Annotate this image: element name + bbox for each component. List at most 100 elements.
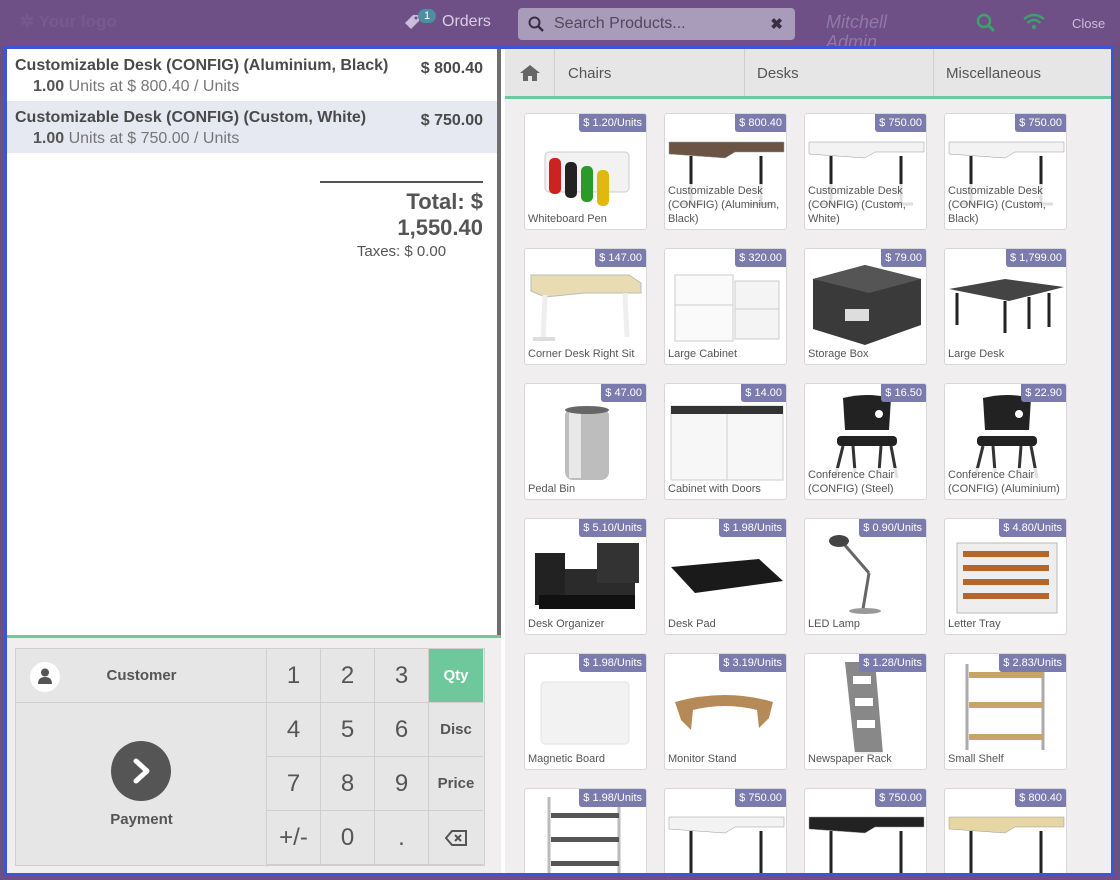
backspace-button[interactable] (429, 811, 483, 865)
customer-button[interactable]: Customer (16, 649, 267, 703)
product-name: Storage Box (808, 347, 924, 361)
numpad-key[interactable]: +/- (267, 811, 321, 865)
tray-icon (945, 523, 1066, 619)
orders-label: Orders (442, 13, 491, 30)
product-card[interactable]: $ 800.40Customizable Desk (944, 788, 1067, 873)
bin-icon (525, 388, 646, 484)
product-card[interactable]: $ 800.40 Customizable Desk (CONFIG) (Alum… (664, 113, 787, 230)
product-price-tag: $ 1.98/Units (579, 654, 646, 672)
product-price-tag: $ 750.00 (875, 789, 926, 807)
product-price-tag: $ 800.40 (1015, 789, 1066, 807)
chevron-right-icon (111, 741, 171, 801)
mode-disc-button[interactable]: Disc (429, 703, 483, 757)
orders-button[interactable]: 1 Orders (404, 9, 491, 32)
product-card[interactable]: $ 2.83/Units Small Shelf (944, 653, 1067, 770)
product-card[interactable]: $ 1,799.00 Large Desk (944, 248, 1067, 365)
wifi-icon (1023, 13, 1045, 30)
product-name: Magnetic Board (528, 752, 644, 766)
backspace-icon (445, 829, 467, 846)
mode-qty-button[interactable]: Qty (429, 649, 483, 703)
order-line[interactable]: Customizable Desk (CONFIG) (Aluminium, B… (7, 49, 497, 101)
product-name: Conference Chair (CONFIG) (Steel) (808, 468, 924, 496)
product-card[interactable]: $ 1.98/Units Magnetic Board (524, 653, 647, 770)
order-line-qty: 1.00 (33, 130, 65, 147)
corner-desk-icon (525, 253, 646, 349)
product-card[interactable]: $ 1.98/Units Desk Pad (664, 518, 787, 635)
product-card[interactable]: $ 1.20/Units Whiteboard Pen (524, 113, 647, 230)
product-card[interactable]: $ 1.28/Units Newspaper Rack (804, 653, 927, 770)
numpad-key[interactable]: . (375, 811, 429, 865)
product-card[interactable]: $ 4.80/Units Letter Tray (944, 518, 1067, 635)
user-name: Mitchell Admin (826, 12, 888, 46)
search-icon[interactable] (976, 13, 996, 33)
home-category-button[interactable] (505, 49, 555, 96)
product-card[interactable]: $ 750.00 Customizable Desk (CONFIG) (Cust… (944, 113, 1067, 230)
product-card[interactable]: $ 5.10/Units Desk Organizer (524, 518, 647, 635)
product-card[interactable]: $ 16.50 Conference Chair (CONFIG) (Steel) (804, 383, 927, 500)
product-card[interactable]: $ 320.00 Large Cabinet (664, 248, 787, 365)
home-icon (520, 65, 540, 81)
order-line-name: Customizable Desk (CONFIG) (Aluminium, B… (15, 57, 389, 74)
order-line-unit-info: Units at $ 800.40 / Units (68, 78, 240, 95)
close-button[interactable]: Close (1072, 16, 1105, 31)
product-pane: Chairs Desks Miscellaneous $ 1.20/Units W… (505, 49, 1111, 873)
numpad-key[interactable]: 4 (267, 703, 321, 757)
payment-button[interactable]: Payment (16, 703, 267, 867)
numpad-key[interactable]: 5 (321, 703, 375, 757)
search-input[interactable] (554, 12, 764, 36)
product-card[interactable]: $ 22.90 Conference Chair (CONFIG) (Alumin… (944, 383, 1067, 500)
product-price-tag: $ 800.40 (735, 114, 786, 132)
numpad-key[interactable]: 6 (375, 703, 429, 757)
product-price-tag: $ 16.50 (881, 384, 926, 402)
company-logo: ✲ Your logo (20, 12, 117, 31)
pad-icon (665, 523, 786, 619)
order-pane: Customizable Desk (CONFIG) (Aluminium, B… (7, 49, 501, 873)
order-line-unit-info: Units at $ 750.00 / Units (68, 130, 240, 147)
order-line-selected[interactable]: Customizable Desk (CONFIG) (Custom, Whit… (7, 101, 497, 153)
product-price-tag: $ 1.98/Units (719, 519, 786, 537)
numpad-key[interactable]: 2 (321, 649, 375, 703)
product-price-tag: $ 750.00 (1015, 114, 1066, 132)
product-name: Newspaper Rack (808, 752, 924, 766)
product-card[interactable]: $ 3.19/Units Monitor Stand (664, 653, 787, 770)
order-line-info: 1.00 Units at $ 750.00 / Units (15, 130, 487, 148)
numpad-key[interactable]: 9 (375, 757, 429, 811)
product-card[interactable]: $ 750.00 (664, 788, 787, 873)
mode-price-button[interactable]: Price (429, 757, 483, 811)
search-icon (528, 16, 544, 32)
product-card[interactable]: $ 147.00 Corner Desk Right Sit (524, 248, 647, 365)
product-card[interactable]: $ 750.00 Customizable Desk (CONFIG) (Cust… (804, 113, 927, 230)
numpad-key[interactable]: 0 (321, 811, 375, 865)
numpad-key[interactable]: 8 (321, 757, 375, 811)
product-price-tag: $ 750.00 (875, 114, 926, 132)
product-card[interactable]: $ 47.00 Pedal Bin (524, 383, 647, 500)
numpad: Customer Payment 1 2 3 Qty 4 5 6 Disc 7 8 9 Price +/… (15, 648, 485, 867)
product-price-tag: $ 47.00 (601, 384, 646, 402)
category-desks[interactable]: Desks (745, 49, 934, 96)
product-price-tag: $ 2.83/Units (999, 654, 1066, 672)
product-card[interactable]: $ 79.00 Storage Box (804, 248, 927, 365)
product-price-tag: $ 0.90/Units (859, 519, 926, 537)
product-card[interactable]: $ 750.00 (804, 788, 927, 873)
product-card[interactable]: $ 14.00 Cabinet with Doors (664, 383, 787, 500)
numpad-key[interactable]: 3 (375, 649, 429, 703)
product-name: Customizable Desk (CONFIG) (Custom, Whit… (808, 184, 924, 226)
order-line-info: 1.00 Units at $ 800.40 / Units (15, 78, 487, 96)
product-price-tag: $ 1.98/Units (579, 789, 646, 807)
product-name: Whiteboard Pen (528, 212, 644, 226)
product-price-tag: $ 320.00 (735, 249, 786, 267)
clear-search-icon[interactable]: ✖ (770, 15, 783, 33)
numpad-key[interactable]: 7 (267, 757, 321, 811)
category-chairs[interactable]: Chairs (556, 49, 745, 96)
product-name: Customizable Desk (CONFIG) (Aluminium, B… (668, 184, 784, 226)
product-name: Large Desk (948, 347, 1064, 361)
product-name: Corner Desk Right Sit (528, 347, 644, 361)
numpad-key[interactable]: 1 (267, 649, 321, 703)
payment-label: Payment (110, 811, 173, 828)
box-icon (805, 253, 926, 349)
category-miscellaneous[interactable]: Miscellaneous (934, 49, 1111, 96)
product-name: Cabinet with Doors (668, 482, 784, 496)
product-name: Letter Tray (948, 617, 1064, 631)
product-card[interactable]: $ 0.90/Units LED Lamp (804, 518, 927, 635)
product-card[interactable]: $ 1.98/Units (524, 788, 647, 873)
